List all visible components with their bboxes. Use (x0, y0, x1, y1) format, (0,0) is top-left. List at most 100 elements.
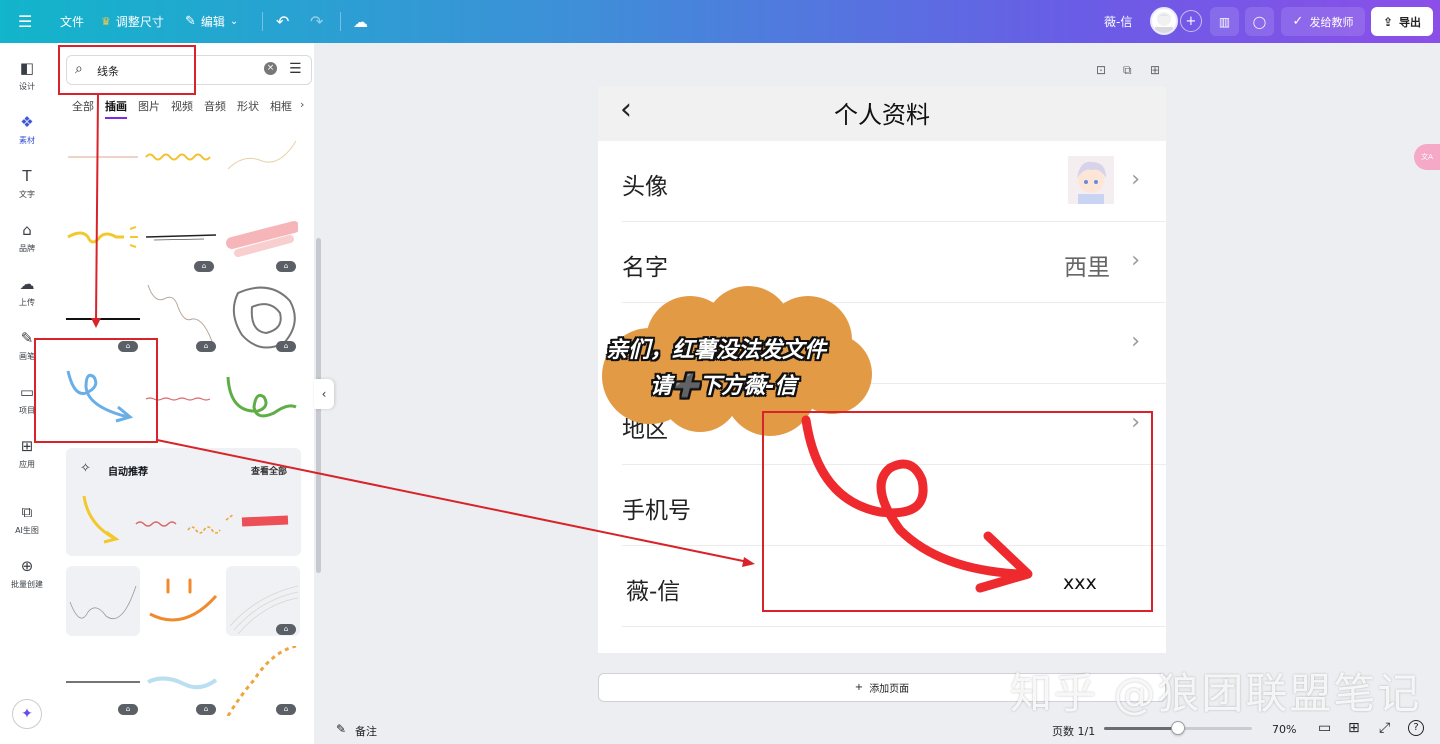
line-thumbnail[interactable] (144, 123, 218, 193)
chevron-right-icon[interactable]: › (300, 98, 304, 111)
upload-cloud-icon: ☁ (19, 275, 35, 293)
tab-illustrations[interactable]: 插画 (105, 98, 127, 119)
rail-item-brand[interactable]: ⌂ 品牌 (0, 221, 54, 267)
insights-button[interactable]: ▥ (1210, 7, 1239, 36)
line-thumbnail[interactable]: ⌂ (224, 644, 298, 717)
tab-shapes[interactable]: 形状 (237, 98, 259, 114)
rail-item-text[interactable]: T 文字 (0, 167, 54, 213)
tab-images[interactable]: 图片 (138, 98, 160, 114)
document-title[interactable]: 薇-信 (1104, 0, 1132, 43)
translate-icon[interactable]: 文A (1414, 144, 1440, 170)
line-thumbnail[interactable]: ⌂ (144, 283, 218, 353)
line-thumbnail[interactable] (66, 566, 140, 636)
row-label: 薇-信 (626, 579, 681, 605)
premium-badge: ⌂ (196, 704, 216, 715)
tab-frames[interactable]: 相框 (270, 98, 292, 114)
sparkle-icon: ✧ (80, 461, 91, 476)
rail-item-draw[interactable]: ✎ 画笔 (0, 329, 54, 375)
add-page-icon[interactable]: ⊞ (1150, 63, 1160, 77)
line-thumbnail[interactable]: ⌂ (226, 566, 300, 636)
profile-header: ‹ 个人资料 (598, 86, 1166, 141)
magic-assistant-button[interactable]: ✦ (12, 699, 42, 729)
rail-item-upload[interactable]: ☁ 上传 (0, 275, 54, 321)
export-button[interactable]: ⇪ 导出 (1371, 7, 1433, 36)
view-all-link[interactable]: 查看全部 (251, 464, 287, 477)
line-thumbnail[interactable] (144, 566, 218, 636)
rail-item-projects[interactable]: ▭ 项目 (0, 383, 54, 429)
rail-label: AI生图 (15, 526, 39, 535)
line-graphic (227, 140, 297, 170)
line-thumbnail[interactable] (224, 123, 298, 193)
profile-row-name: 名字 西里 › (622, 222, 1166, 303)
tab-audio[interactable]: 音频 (204, 98, 226, 114)
toolbar-divider (262, 12, 263, 31)
cloud-text-line2: 请➕下方薇-信 (650, 374, 797, 399)
chevron-down-icon: ⌄ (229, 16, 239, 27)
line-thumbnail[interactable] (144, 363, 218, 433)
notes-icon[interactable]: ✎ (336, 722, 346, 736)
menu-button[interactable]: ☰ (18, 0, 32, 43)
ai-image-icon: ⧉ (21, 503, 33, 521)
tab-videos[interactable]: 视频 (171, 98, 193, 114)
file-menu[interactable]: 文件 (60, 0, 84, 43)
notes-button[interactable]: 备注 (355, 723, 377, 739)
avatar-image (1155, 12, 1173, 33)
line-thumbnail[interactable]: ⌂ (66, 646, 140, 716)
line-thumbnail[interactable]: ⌂ (224, 283, 298, 353)
zoom-slider-knob[interactable] (1171, 721, 1185, 735)
line-thumbnail[interactable]: ⌂ (144, 203, 218, 273)
pencil-icon: ✎ (185, 14, 196, 29)
pen-icon: ✎ (20, 329, 34, 347)
duplicate-icon[interactable]: ⧉ (1123, 63, 1132, 78)
rail-item-apps[interactable]: ⊞ 应用 (0, 437, 54, 483)
chevron-right-icon: › (1131, 329, 1140, 354)
page-count[interactable]: 页数 1/1 (1052, 723, 1095, 739)
tab-all[interactable]: 全部 (72, 98, 94, 114)
rail-item-design[interactable]: ◧ 设计 (0, 59, 54, 105)
line-thumbnail-selected[interactable] (66, 363, 140, 433)
send-teacher-button[interactable]: ✓ 发给教师 (1281, 7, 1365, 36)
anime-avatar-illustration (1077, 161, 1106, 204)
lock-icon[interactable]: ⊡ (1096, 63, 1106, 77)
cloud-text-line1: 亲们，红薯没法发文件 (606, 338, 827, 363)
toolbar-divider (340, 12, 341, 31)
sparkle-icon: ✦ (21, 706, 33, 722)
line-thumbnail[interactable]: ⌂ (144, 646, 218, 716)
comment-icon: ◯ (1252, 14, 1267, 29)
line-thumbnail[interactable]: ⌂ (224, 203, 300, 273)
invite-button[interactable]: + (1180, 10, 1202, 32)
pages-view-icon[interactable]: ▭ (1318, 720, 1331, 736)
help-icon[interactable]: ? (1408, 720, 1424, 736)
profile-row-wechat: 薇-信 xxx (622, 546, 1166, 627)
zoom-level[interactable]: 70% (1272, 723, 1296, 736)
rail-item-elements[interactable]: ❖ 素材 (0, 113, 54, 159)
folder-icon: ▭ (19, 383, 35, 401)
auto-recommend-card: ✧ 自动推荐 查看全部 (66, 448, 301, 556)
edit-menu[interactable]: ✎ 编辑 ⌄ (185, 0, 238, 43)
profile-row-phone: 手机号 (622, 465, 1166, 546)
profile-row-avatar: 头像 › (622, 141, 1166, 222)
line-thumbnail[interactable] (66, 203, 140, 273)
redo-button[interactable]: ↷ (310, 0, 323, 43)
line-thumbnail[interactable] (224, 363, 298, 433)
line-thumbnail[interactable] (66, 123, 140, 193)
resize-button[interactable]: ♛ 调整尺寸 (101, 0, 164, 43)
undo-icon: ↶ (276, 12, 290, 31)
comments-button[interactable]: ◯ (1245, 7, 1274, 36)
fullscreen-icon[interactable]: ⤢ (1379, 720, 1390, 736)
rail-item-ai-image[interactable]: ⧉ AI生图 (0, 503, 54, 549)
line-thumbnail[interactable]: ⌂ (66, 283, 140, 353)
clear-icon[interactable]: × (264, 62, 277, 75)
cloud-save-button[interactable]: ☁ (353, 0, 368, 43)
undo-button[interactable]: ↶ (276, 0, 289, 43)
elements-panel: ⌕ 线条 × ☰ 全部 插画 图片 视频 音频 形状 相框 › ⌂ ⌂ ⌂ ⌂ … (54, 43, 321, 744)
collapse-panel-button[interactable]: ‹ (314, 379, 334, 409)
grid-view-icon[interactable]: ⊞ (1348, 720, 1360, 736)
apps-icon: ⊞ (20, 437, 34, 455)
zoom-slider[interactable] (1104, 721, 1252, 735)
search-input[interactable]: ⌕ 线条 × ☰ (66, 55, 312, 85)
rail-item-bulk-create[interactable]: ⊕ 批量创建 (0, 557, 54, 603)
premium-badge: ⌂ (276, 704, 296, 715)
avatar[interactable] (1150, 7, 1178, 35)
filter-icon[interactable]: ☰ (289, 61, 302, 77)
